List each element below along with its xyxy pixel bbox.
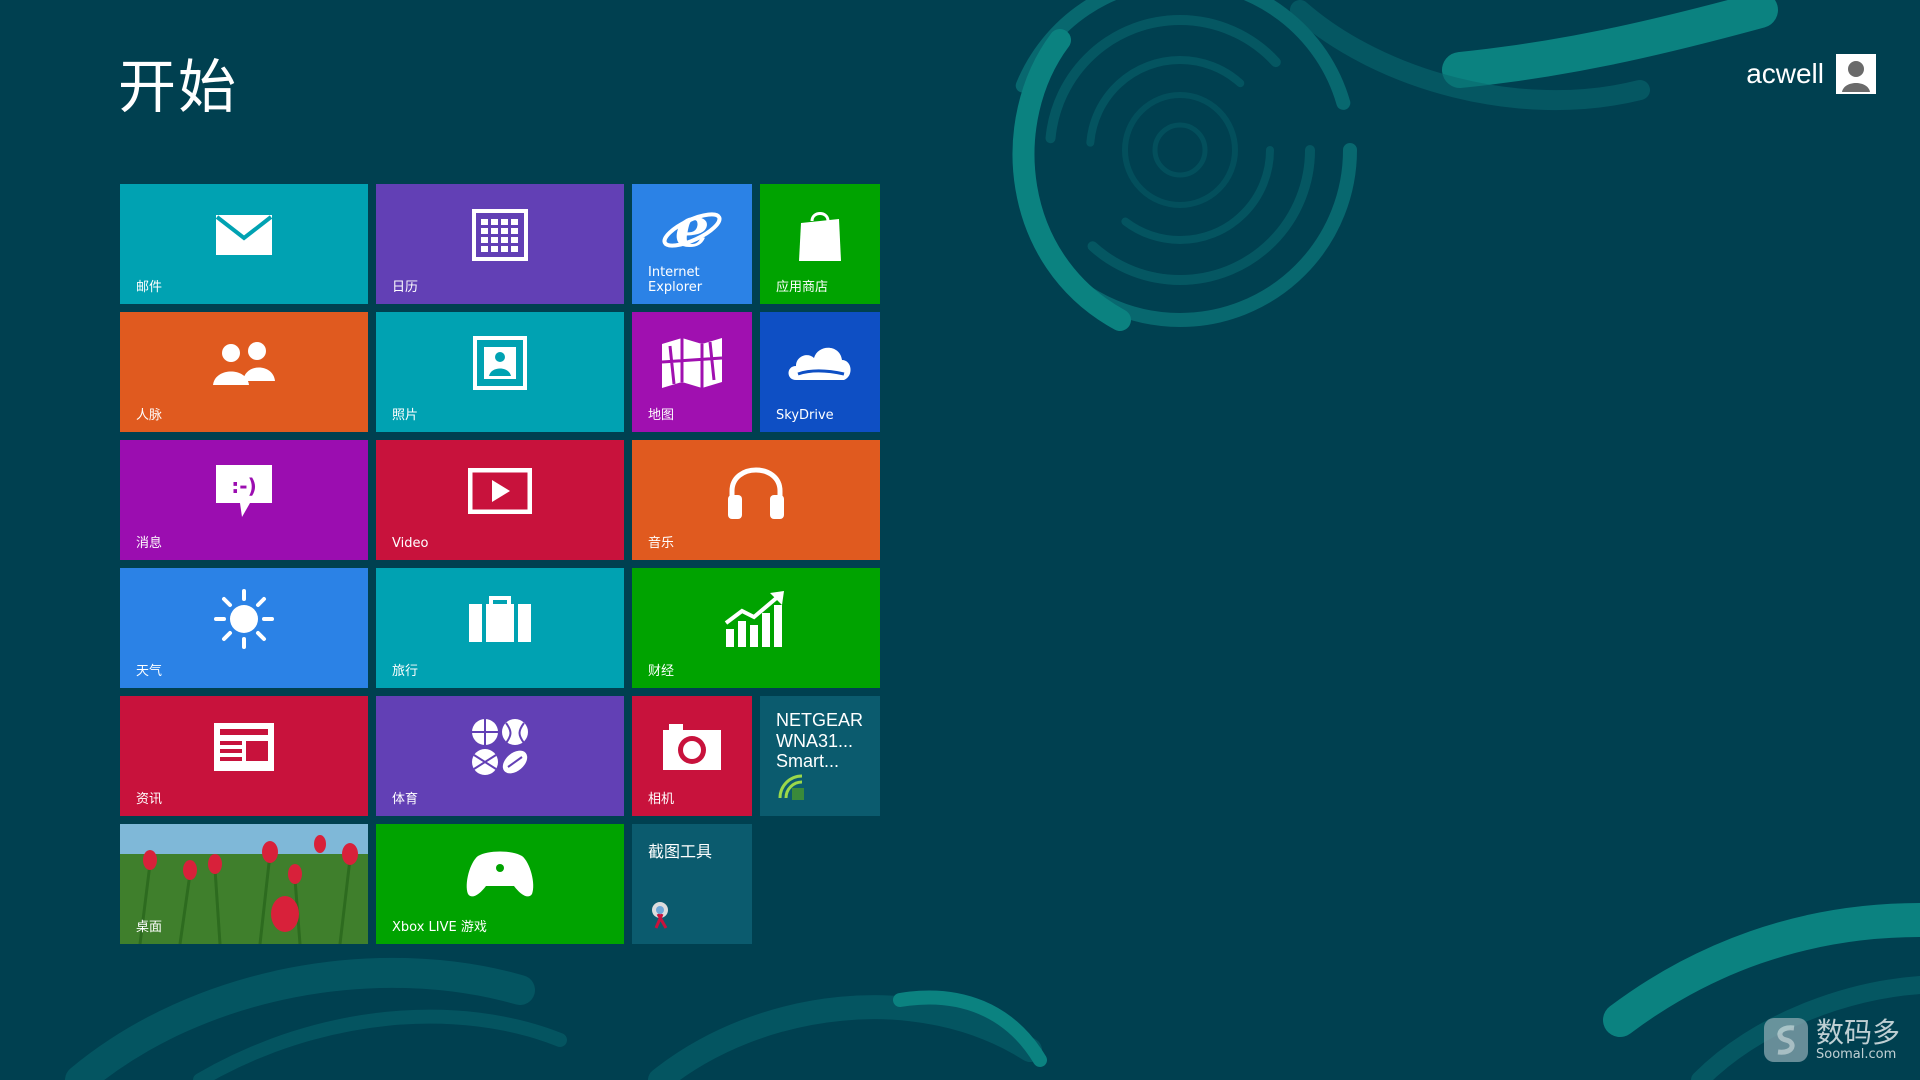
tile-weather[interactable]: 天气 [120, 568, 368, 688]
tile-news[interactable]: 资讯 [120, 696, 368, 816]
ie-icon: e [660, 195, 724, 264]
tile-sports[interactable]: 体育 [376, 696, 624, 816]
suitcase-icon [467, 594, 533, 648]
maps-icon [660, 336, 724, 394]
tile-label: Internet Explorer [648, 264, 703, 296]
tile-camera[interactable]: 相机 [632, 696, 752, 816]
headphones-icon [724, 459, 788, 527]
news-icon [212, 721, 276, 777]
user-name: acwell [1746, 58, 1824, 89]
tile-calendar[interactable]: 日历 [376, 184, 624, 304]
store-icon [797, 207, 843, 267]
tile-label: 邮件 [136, 280, 163, 296]
photos-icon [473, 335, 527, 394]
chart-icon [724, 589, 788, 653]
tile-label: 日历 [392, 280, 419, 296]
tile-label: Video [392, 536, 429, 552]
tile-snipping-tool[interactable]: 截图工具 [632, 824, 752, 944]
tile-label: 消息 [136, 536, 163, 552]
watermark-en: Soomal.com [1815, 1046, 1897, 1062]
tile-label: 相机 [648, 792, 675, 808]
calendar-icon [472, 208, 528, 265]
tile-netgear-wna3100[interactable]: NETGEAR WNA31... Smart... [760, 696, 880, 816]
tile-video[interactable]: Video [376, 440, 624, 560]
sports-icon [468, 715, 532, 783]
user-icon [1836, 54, 1876, 94]
tile-label: 财经 [648, 664, 675, 680]
tile-internet-explorer[interactable]: e Internet Explorer [632, 184, 752, 304]
tile-label: 旅行 [392, 664, 419, 680]
tile-label: 体育 [392, 792, 419, 808]
tile-title: NETGEAR WNA31... Smart... [776, 710, 864, 772]
tile-desktop[interactable]: 桌面 [120, 824, 368, 944]
watermark-cn: 数码多 [1815, 1015, 1900, 1049]
video-icon [467, 467, 533, 518]
tile-messaging[interactable]: :-) 消息 [120, 440, 368, 560]
tile-maps[interactable]: 地图 [632, 312, 752, 432]
tile-label: 应用商店 [776, 280, 829, 296]
tile-label: 照片 [392, 408, 419, 424]
tile-label: 桌面 [136, 920, 163, 936]
start-screen-title: 开始 [118, 53, 239, 121]
tile-label: 人脉 [136, 408, 163, 424]
svg-text::-): :-) [231, 474, 256, 498]
tile-label: SkyDrive [776, 408, 834, 424]
tile-mail[interactable]: 邮件 [120, 184, 368, 304]
tile-travel[interactable]: 旅行 [376, 568, 624, 688]
tile-skydrive[interactable]: SkyDrive [760, 312, 880, 432]
tile-label: Xbox LIVE 游戏 [392, 920, 487, 936]
sun-icon [212, 587, 276, 655]
tile-music[interactable]: 音乐 [632, 440, 880, 560]
skydrive-icon [786, 340, 854, 390]
tile-finance[interactable]: 财经 [632, 568, 880, 688]
tile-title: 截图工具 [648, 842, 713, 861]
tile-label: 天气 [136, 664, 163, 680]
tile-photos[interactable]: 照片 [376, 312, 624, 432]
people-icon [211, 339, 277, 391]
scissors-icon [648, 900, 678, 934]
mail-icon [215, 214, 273, 260]
svg-text:e: e [675, 200, 709, 259]
messaging-icon: :-) [214, 463, 274, 523]
soomal-logo-icon [1763, 1018, 1808, 1062]
tile-label: 资讯 [136, 792, 163, 808]
tile-label: 音乐 [648, 536, 675, 552]
tile-xbox-live-games[interactable]: Xbox LIVE 游戏 [376, 824, 624, 944]
tile-label: 地图 [648, 408, 675, 424]
watermark: 数码多 Soomal.com [1762, 1016, 1900, 1064]
user-account[interactable]: acwell [1746, 54, 1876, 94]
gamepad-icon [464, 850, 536, 904]
wireless-icon [776, 772, 806, 806]
camera-icon [661, 722, 723, 776]
tile-store[interactable]: 应用商店 [760, 184, 880, 304]
tile-people[interactable]: 人脉 [120, 312, 368, 432]
